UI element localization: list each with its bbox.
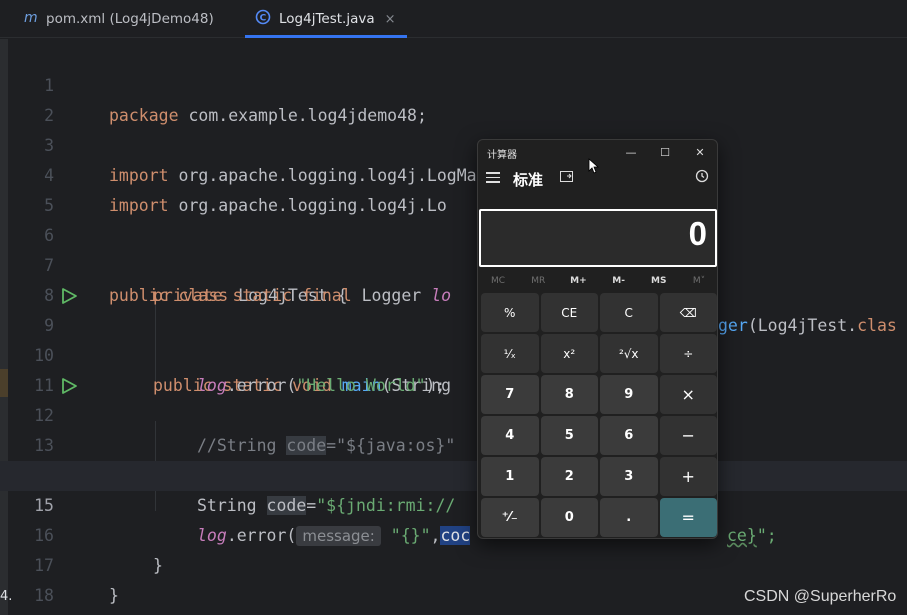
code-line: 4 import org.apache.logging.log4j.Lo bbox=[0, 131, 907, 215]
svg-text:C: C bbox=[260, 14, 267, 24]
subtract-button[interactable]: − bbox=[659, 416, 717, 455]
decimal-button[interactable]: . bbox=[600, 498, 658, 537]
code-line: 2 bbox=[0, 71, 907, 125]
memory-subtract-button[interactable]: M- bbox=[599, 272, 639, 290]
square-root-button[interactable]: ²√x bbox=[600, 334, 658, 373]
menu-icon[interactable] bbox=[486, 172, 500, 184]
digit-1-button[interactable]: 1 bbox=[481, 457, 539, 496]
add-button[interactable]: + bbox=[659, 457, 717, 496]
code-line: 16 } bbox=[0, 491, 907, 575]
close-tab-icon[interactable]: × bbox=[385, 12, 396, 27]
code-line: 18 bbox=[0, 551, 907, 605]
memory-store-button[interactable]: MS bbox=[639, 272, 679, 290]
watermark: CSDN @SuperherRo bbox=[744, 588, 897, 605]
code-editor[interactable]: 1 package com.example.log4jdemo48; 2 3 i… bbox=[0, 39, 907, 615]
code-line-current: 15 log.error(message: "{}",coc bbox=[0, 461, 907, 546]
clear-entry-button[interactable]: CE bbox=[540, 293, 598, 332]
reciprocal-button[interactable]: ¹⁄ₓ bbox=[481, 334, 539, 373]
java-class-icon: C bbox=[255, 9, 271, 29]
display-value: 0 bbox=[688, 215, 707, 252]
code-text: } bbox=[109, 586, 119, 605]
mode-title: 标准 bbox=[513, 171, 544, 189]
equals-button[interactable]: = bbox=[659, 498, 717, 537]
left-edge-text: 4. bbox=[0, 589, 13, 604]
digit-8-button[interactable]: 8 bbox=[540, 375, 598, 414]
close-button[interactable]: ✕ bbox=[685, 142, 715, 162]
active-tab-indicator bbox=[245, 35, 407, 38]
code-line: 14 String code="${jndi:rmi:// ce}"; bbox=[0, 431, 907, 545]
digit-5-button[interactable]: 5 bbox=[540, 416, 598, 455]
tab-log4jtest-java[interactable]: C Log4jTest.java × bbox=[255, 0, 396, 38]
digit-4-button[interactable]: 4 bbox=[481, 416, 539, 455]
code-line: 13 bbox=[0, 401, 907, 455]
code-line: 12 //String code="${java:os}" bbox=[0, 371, 907, 455]
digit-6-button[interactable]: 6 bbox=[600, 416, 658, 455]
maximize-button[interactable]: ☐ bbox=[650, 142, 680, 162]
backspace-button[interactable]: ⌫ bbox=[659, 293, 717, 332]
memory-clear-button[interactable]: MC bbox=[478, 272, 518, 290]
code-line: 7 private static final Logger lo ger(Log… bbox=[0, 221, 907, 335]
negate-button[interactable]: ⁺⁄₋ bbox=[481, 498, 539, 537]
calculator-header: 标准 bbox=[478, 164, 717, 194]
digit-3-button[interactable]: 3 bbox=[600, 457, 658, 496]
tab-label: Log4jTest.java bbox=[279, 11, 375, 27]
code-line: 10 log.error("Hello World"); bbox=[0, 311, 907, 395]
window-title: 计算器 bbox=[487, 150, 517, 161]
digit-0-button[interactable]: 0 bbox=[540, 498, 598, 537]
keypad: % CE C ⌫ ¹⁄ₓ x² ²√x ÷ 7 8 9 × 4 5 6 − 1 … bbox=[481, 293, 717, 537]
result-display: 0 bbox=[479, 209, 717, 267]
digit-2-button[interactable]: 2 bbox=[540, 457, 598, 496]
square-button[interactable]: x² bbox=[540, 334, 598, 373]
editor-tab-bar: m pom.xml (Log4jDemo48) C Log4jTest.java… bbox=[0, 0, 907, 38]
calculator-window[interactable]: 计算器 — ☐ ✕ 标准 0 MC MR M+ M- MS M˅ % CE C … bbox=[477, 139, 718, 539]
tab-pom-xml[interactable]: m pom.xml (Log4jDemo48) bbox=[24, 0, 214, 38]
code-line: 17 } bbox=[0, 521, 907, 605]
multiply-button[interactable]: × bbox=[659, 375, 717, 414]
code-line: 11 bbox=[0, 341, 907, 395]
tab-label: pom.xml (Log4jDemo48) bbox=[46, 11, 214, 27]
keep-on-top-icon[interactable] bbox=[560, 171, 573, 185]
memory-add-button[interactable]: M+ bbox=[558, 272, 598, 290]
code-line: 3 import org.apache.logging.log4j.LogMan… bbox=[0, 101, 907, 185]
digit-9-button[interactable]: 9 bbox=[600, 375, 658, 414]
clear-button[interactable]: C bbox=[600, 293, 658, 332]
divide-button[interactable]: ÷ bbox=[659, 334, 717, 373]
code-line: 5 bbox=[0, 161, 907, 215]
memory-list-button[interactable]: M˅ bbox=[679, 272, 717, 290]
digit-7-button[interactable]: 7 bbox=[481, 375, 539, 414]
code-line: 9 public static void main(String bbox=[0, 281, 907, 395]
memory-recall-button[interactable]: MR bbox=[518, 272, 558, 290]
memory-row: MC MR M+ M- MS M˅ bbox=[478, 272, 717, 290]
history-icon[interactable] bbox=[695, 169, 709, 187]
code-line: 8 bbox=[0, 251, 907, 305]
minimize-button[interactable]: — bbox=[616, 142, 646, 162]
maven-icon: m bbox=[24, 10, 38, 28]
code-line: 6 public class Log4jTest { bbox=[0, 191, 907, 305]
code-line: 1 package com.example.log4jdemo48; bbox=[0, 41, 907, 125]
svg-text:m: m bbox=[24, 10, 38, 24]
percent-button[interactable]: % bbox=[481, 293, 539, 332]
